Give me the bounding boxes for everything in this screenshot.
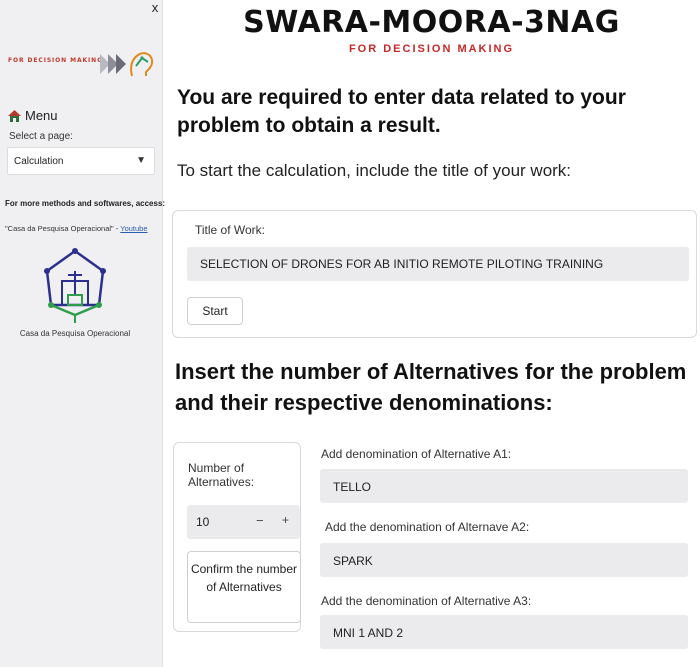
home-icon — [8, 109, 21, 122]
title-of-work-input[interactable]: SELECTION OF DRONES FOR AB INITIO REMOTE… — [187, 247, 689, 281]
app-logo: FOR DECISION MAKING — [8, 44, 156, 80]
decrement-button[interactable]: − — [256, 513, 264, 528]
start-instruction: To start the calculation, include the ti… — [177, 161, 572, 180]
number-of-alternatives-label: Number of Alternatives: — [188, 461, 255, 489]
stepper-value: 10 — [196, 515, 210, 529]
casa-house-logo-icon — [44, 248, 106, 323]
alternative-a3-input[interactable]: MNI 1 AND 2 — [320, 615, 688, 649]
alternative-a3-label: Add the denomination of Alternative A3: — [321, 594, 532, 608]
sidebar: x FOR DECISION MAKING Menu Select a page… — [0, 0, 166, 667]
app-title: SWARA-MOORA-3NAG — [243, 5, 620, 40]
close-sidebar-button[interactable]: x — [149, 0, 161, 15]
number-of-alternatives-stepper[interactable]: 10 − + — [187, 505, 300, 539]
page-select[interactable]: Calculation ▼ — [7, 147, 155, 175]
confirm-alternatives-button[interactable]: Confirm the number of Alternatives — [187, 551, 301, 623]
title-of-work-card: Title of Work: SELECTION OF DRONES FOR A… — [172, 210, 697, 338]
casa-text: "Casa da Pesquisa Operacional" - — [5, 224, 119, 233]
page-select-value: Calculation — [14, 156, 64, 167]
title-of-work-label: Title of Work: — [195, 223, 266, 237]
menu-label: Menu — [25, 108, 58, 123]
chevron-down-icon: ▼ — [136, 155, 146, 166]
logo-arrows-icon — [100, 52, 154, 77]
alternative-a1-input[interactable]: TELLO — [320, 469, 688, 503]
menu-title: Menu — [7, 108, 58, 123]
youtube-link[interactable]: Youtube — [120, 224, 147, 233]
casa-caption: Casa da Pesquisa Operacional — [19, 329, 131, 338]
alternative-a1-label: Add denomination of Alternative A1: — [321, 447, 512, 461]
app-subtitle: FOR DECISION MAKING — [348, 43, 515, 55]
start-button[interactable]: Start — [187, 297, 243, 325]
increment-button[interactable]: + — [282, 513, 289, 527]
more-methods-label: For more methods and softwares, access: — [5, 199, 166, 208]
alternative-a2-label: Add the denomination of Alternave A2: — [325, 520, 530, 534]
number-of-alternatives-card: Number of Alternatives: 10 − + Confirm t… — [173, 442, 301, 632]
main-content: SWARA-MOORA-3NAG FOR DECISION MAKING You… — [163, 0, 700, 667]
alternative-a2-input[interactable]: SPARK — [320, 543, 688, 577]
select-page-label: Select a page: — [9, 131, 73, 142]
logo-text: FOR DECISION MAKING — [8, 57, 103, 64]
insert-alternatives-heading: Insert the number of Alternatives for th… — [175, 359, 687, 415]
required-heading: You are required to enter data related t… — [177, 86, 626, 137]
casa-link-line: "Casa da Pesquisa Operacional" - Youtube — [5, 224, 148, 233]
